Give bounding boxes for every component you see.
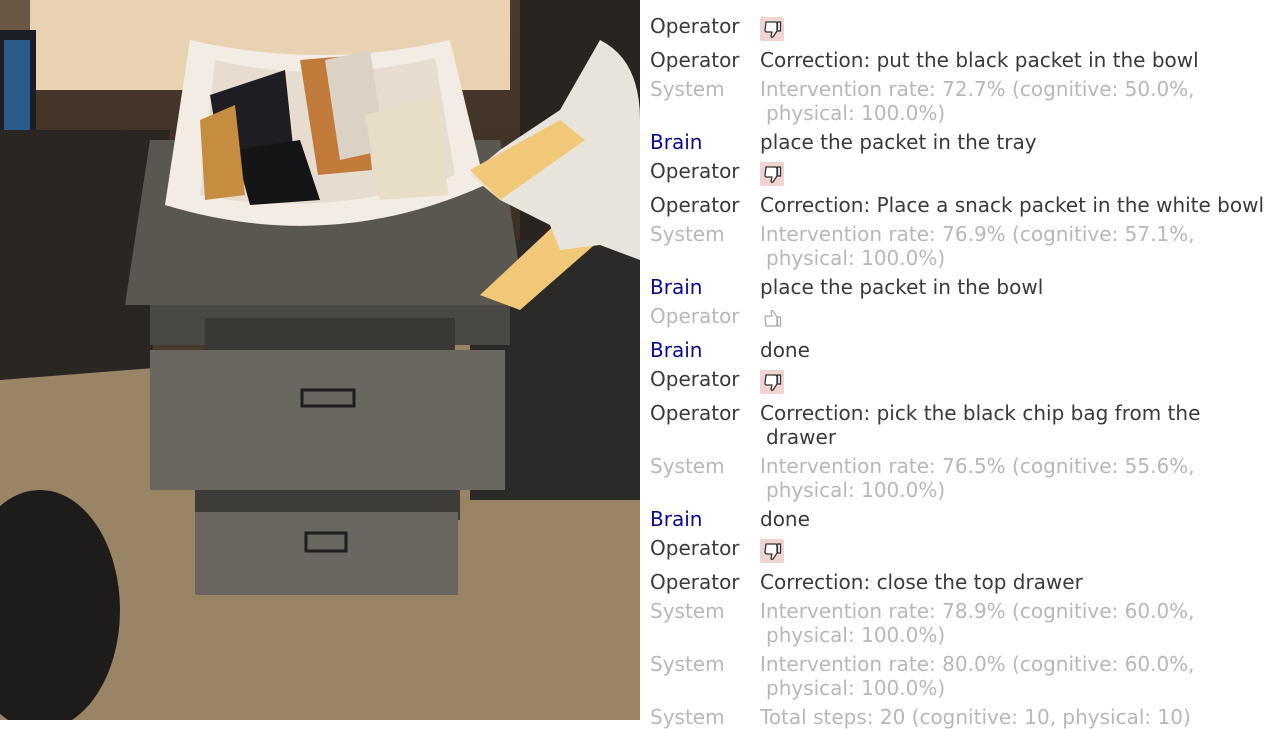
log-entry-brain: Brain place the packet in the tray (650, 130, 1280, 154)
message-line-continued: physical: 100.0%) (766, 478, 946, 502)
thumbs-down-icon[interactable] (760, 370, 784, 394)
speaker-label: System (650, 652, 725, 676)
log-entry-brain: Brain done (650, 507, 1280, 531)
message-text (760, 536, 1280, 565)
speaker-label: System (650, 454, 725, 478)
speaker-label: System (650, 77, 725, 101)
message-line-continued: drawer (766, 425, 837, 449)
message-line-continued: physical: 100.0%) (766, 101, 946, 125)
log-entry-brain: Brain place the packet in the bowl (650, 275, 1280, 299)
log-entry-system: System Intervention rate: 80.0% (cognitiv… (650, 652, 1280, 700)
message-text: Intervention rate: 78.9% (cognitive: 60.… (760, 599, 1280, 647)
speaker-label: Operator (650, 401, 740, 425)
log-entry-faded: Operator (650, 304, 1280, 333)
message-line: Intervention rate: 78.9% (cognitive: 60.… (760, 599, 1195, 623)
speaker-label: System (650, 599, 725, 623)
message-text (760, 159, 1280, 188)
log-entry-system: System Intervention rate: 78.9% (cognitiv… (650, 599, 1280, 647)
message-text: Correction: Place a snack packet in the … (760, 193, 1265, 217)
message-text: Intervention rate: 72.7% (cognitive: 50.… (760, 77, 1280, 125)
message-text: Intervention rate: 76.9% (cognitive: 57.… (760, 222, 1280, 270)
speaker-label: Operator (650, 367, 740, 391)
message-line-continued: physical: 100.0%) (766, 246, 946, 270)
message-text: done (760, 338, 810, 362)
log-entry-system: System Intervention rate: 72.7% (cognitiv… (650, 77, 1280, 125)
thumbs-down-icon[interactable] (760, 17, 784, 41)
log-entry-system: System Intervention rate: 76.9% (cognitiv… (650, 222, 1280, 270)
message-text: done (760, 507, 810, 531)
log-entry-operator: Operator Correction: pick the black chip … (650, 401, 1280, 449)
speaker-label: Brain (650, 338, 703, 362)
message-text: Intervention rate: 80.0% (cognitive: 60.… (760, 652, 1280, 700)
camera-view (0, 0, 640, 720)
message-text: place the packet in the tray (760, 130, 1037, 154)
message-line: Correction: pick the black chip bag from… (760, 401, 1201, 425)
log-entry-operator: Operator (650, 536, 1280, 565)
speaker-label: Brain (650, 130, 703, 154)
message-text: Correction: close the top drawer (760, 570, 1083, 594)
message-text: Correction: put the black packet in the … (760, 48, 1199, 72)
message-text: place the packet in the bowl (760, 275, 1044, 299)
speaker-label: Brain (650, 507, 703, 531)
log-entry-operator: Operator Correction: close the top drawer (650, 570, 1280, 594)
log-entry-brain: Brain done (650, 338, 1280, 362)
log-entry-operator: Operator (650, 367, 1280, 396)
message-line: Intervention rate: 72.7% (cognitive: 50.… (760, 77, 1195, 101)
speaker-label: Operator (650, 570, 740, 594)
message-text: Intervention rate: 76.5% (cognitive: 55.… (760, 454, 1280, 502)
message-text (760, 14, 1280, 43)
speaker-label: Operator (650, 193, 740, 217)
message-line: Intervention rate: 76.9% (cognitive: 57.… (760, 222, 1195, 246)
thumbs-down-icon[interactable] (760, 539, 784, 563)
speaker-label: Brain (650, 275, 703, 299)
thumbs-down-icon[interactable] (760, 162, 784, 186)
message-line-continued: physical: 100.0%) (766, 676, 946, 700)
speaker-label: System (650, 705, 725, 729)
log-entry-operator: Operator Correction: put the black packet… (650, 48, 1280, 72)
speaker-label: Operator (650, 48, 740, 72)
log-entry-operator: Operator (650, 159, 1280, 188)
log-entry-operator: Operator (650, 14, 1280, 43)
message-text (760, 304, 1280, 333)
speaker-label: Operator (650, 14, 740, 38)
log-entry-operator: Operator Correction: Place a snack packet… (650, 193, 1280, 217)
message-text: Correction: pick the black chip bag from… (760, 401, 1280, 449)
message-line: Intervention rate: 76.5% (cognitive: 55.… (760, 454, 1195, 478)
scene-illustration (0, 0, 640, 720)
speaker-label: Operator (650, 536, 740, 560)
thumbs-up-icon[interactable] (760, 307, 784, 331)
message-line-continued: physical: 100.0%) (766, 623, 946, 647)
speaker-label: Operator (650, 159, 740, 183)
speaker-label: System (650, 222, 725, 246)
message-line: Intervention rate: 80.0% (cognitive: 60.… (760, 652, 1195, 676)
log-entry-system: System Intervention rate: 76.5% (cognitiv… (650, 454, 1280, 502)
message-text (760, 367, 1280, 396)
message-text: Total steps: 20 (cognitive: 10, physical… (760, 705, 1191, 729)
conversation-log: Operator Operator Correction: put the blac… (640, 0, 1280, 729)
log-entry-system: System Total steps: 20 (cognitive: 10, ph… (650, 705, 1280, 729)
speaker-label: Operator (650, 304, 740, 328)
